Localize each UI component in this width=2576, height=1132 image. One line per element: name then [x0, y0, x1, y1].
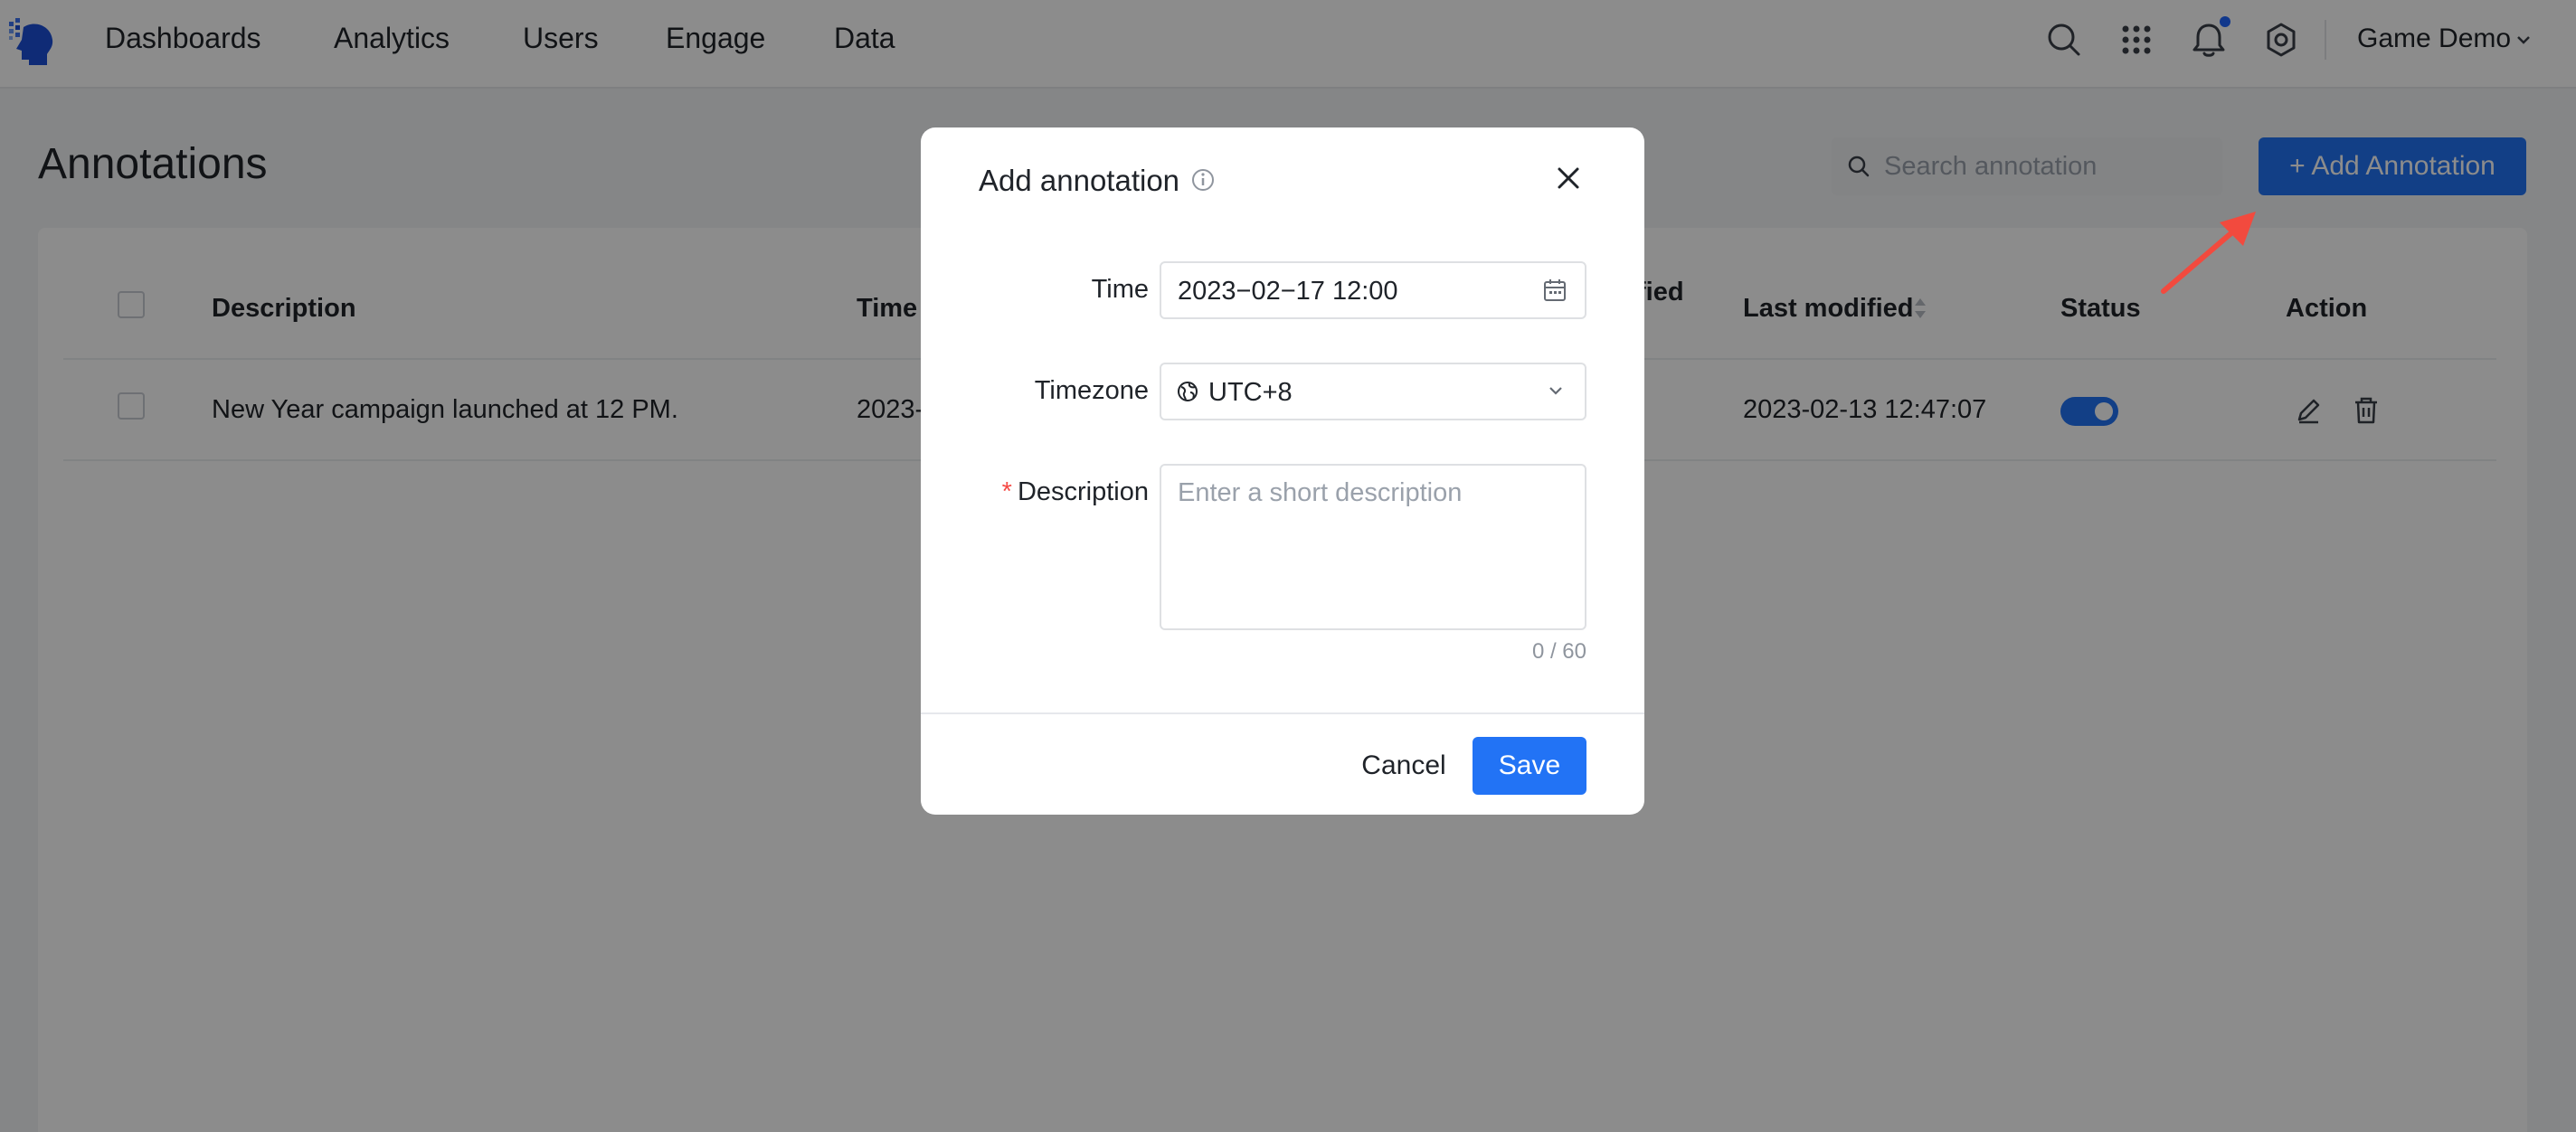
dialog-title: Add annotation	[979, 164, 1180, 197]
description-textarea[interactable]	[1161, 466, 1585, 628]
globe-icon	[1178, 382, 1198, 401]
timezone-label: Timezone	[1034, 376, 1149, 405]
dialog-footer-divider	[921, 712, 1644, 714]
red-pointer-arrow	[2161, 212, 2256, 294]
close-icon[interactable]	[1552, 162, 1585, 194]
add-annotation-dialog: Add annotation Time 2023−02−17 12:00 Tim…	[921, 127, 1644, 815]
cancel-button[interactable]: Cancel	[1339, 737, 1469, 795]
description-label: * Description	[979, 477, 1149, 507]
info-icon[interactable]	[1189, 166, 1217, 193]
timezone-select[interactable]: UTC+8	[1160, 363, 1586, 420]
time-value: 2023−02−17 12:00	[1178, 277, 1398, 306]
description-label-text: Description	[1017, 477, 1149, 506]
character-counter: 0 / 60	[1531, 639, 1586, 664]
chevron-down-icon	[1549, 387, 1562, 395]
save-button[interactable]: Save	[1473, 737, 1586, 795]
required-marker: *	[1001, 477, 1012, 506]
time-label: Time	[1091, 275, 1149, 304]
timezone-value: UTC+8	[1208, 378, 1293, 407]
time-picker[interactable]: 2023−02−17 12:00	[1160, 261, 1586, 319]
calendar-icon[interactable]	[1541, 277, 1568, 304]
description-field[interactable]	[1160, 464, 1586, 630]
